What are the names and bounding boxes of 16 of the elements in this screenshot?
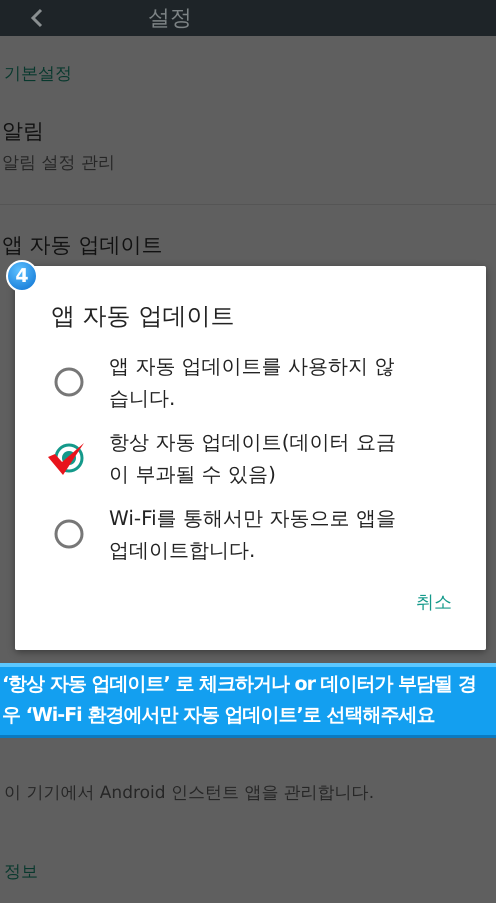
setting-summary: 이 기기에서 Android 인스턴트 앱을 관리합니다. <box>4 782 376 804</box>
radio-button[interactable] <box>53 518 85 550</box>
step-badge: 4 <box>6 260 38 292</box>
cancel-button[interactable]: 취소 <box>406 584 462 620</box>
back-icon[interactable] <box>30 8 44 28</box>
section-header: 정보 <box>3 861 39 883</box>
option-label[interactable]: Wi-Fi를 통해서만 자동으로 앱을 업데이트합니다. <box>109 502 409 566</box>
section-header: 기본설정 <box>3 63 73 85</box>
callout-banner: ‘항상 자동 업데이트’ 로 체크하거나 or 데이터가 부담될 경우 ‘Wi-Fi 환경에서만 자동 업데이트’로 선택해주세요 <box>0 663 496 738</box>
setting-summary: 알림 설정 관리 <box>2 152 116 174</box>
screen-title: 설정 <box>148 5 192 33</box>
option-label[interactable]: 앱 자동 업데이트를 사용하지 않습니다. <box>109 350 409 414</box>
option-label[interactable]: 항상 자동 업데이트(데이터 요금이 부과될 수 있음) <box>109 426 409 490</box>
dialog-title: 앱 자동 업데이트 <box>51 301 236 332</box>
radio-button[interactable] <box>53 366 85 398</box>
checkmark-icon <box>47 442 85 476</box>
